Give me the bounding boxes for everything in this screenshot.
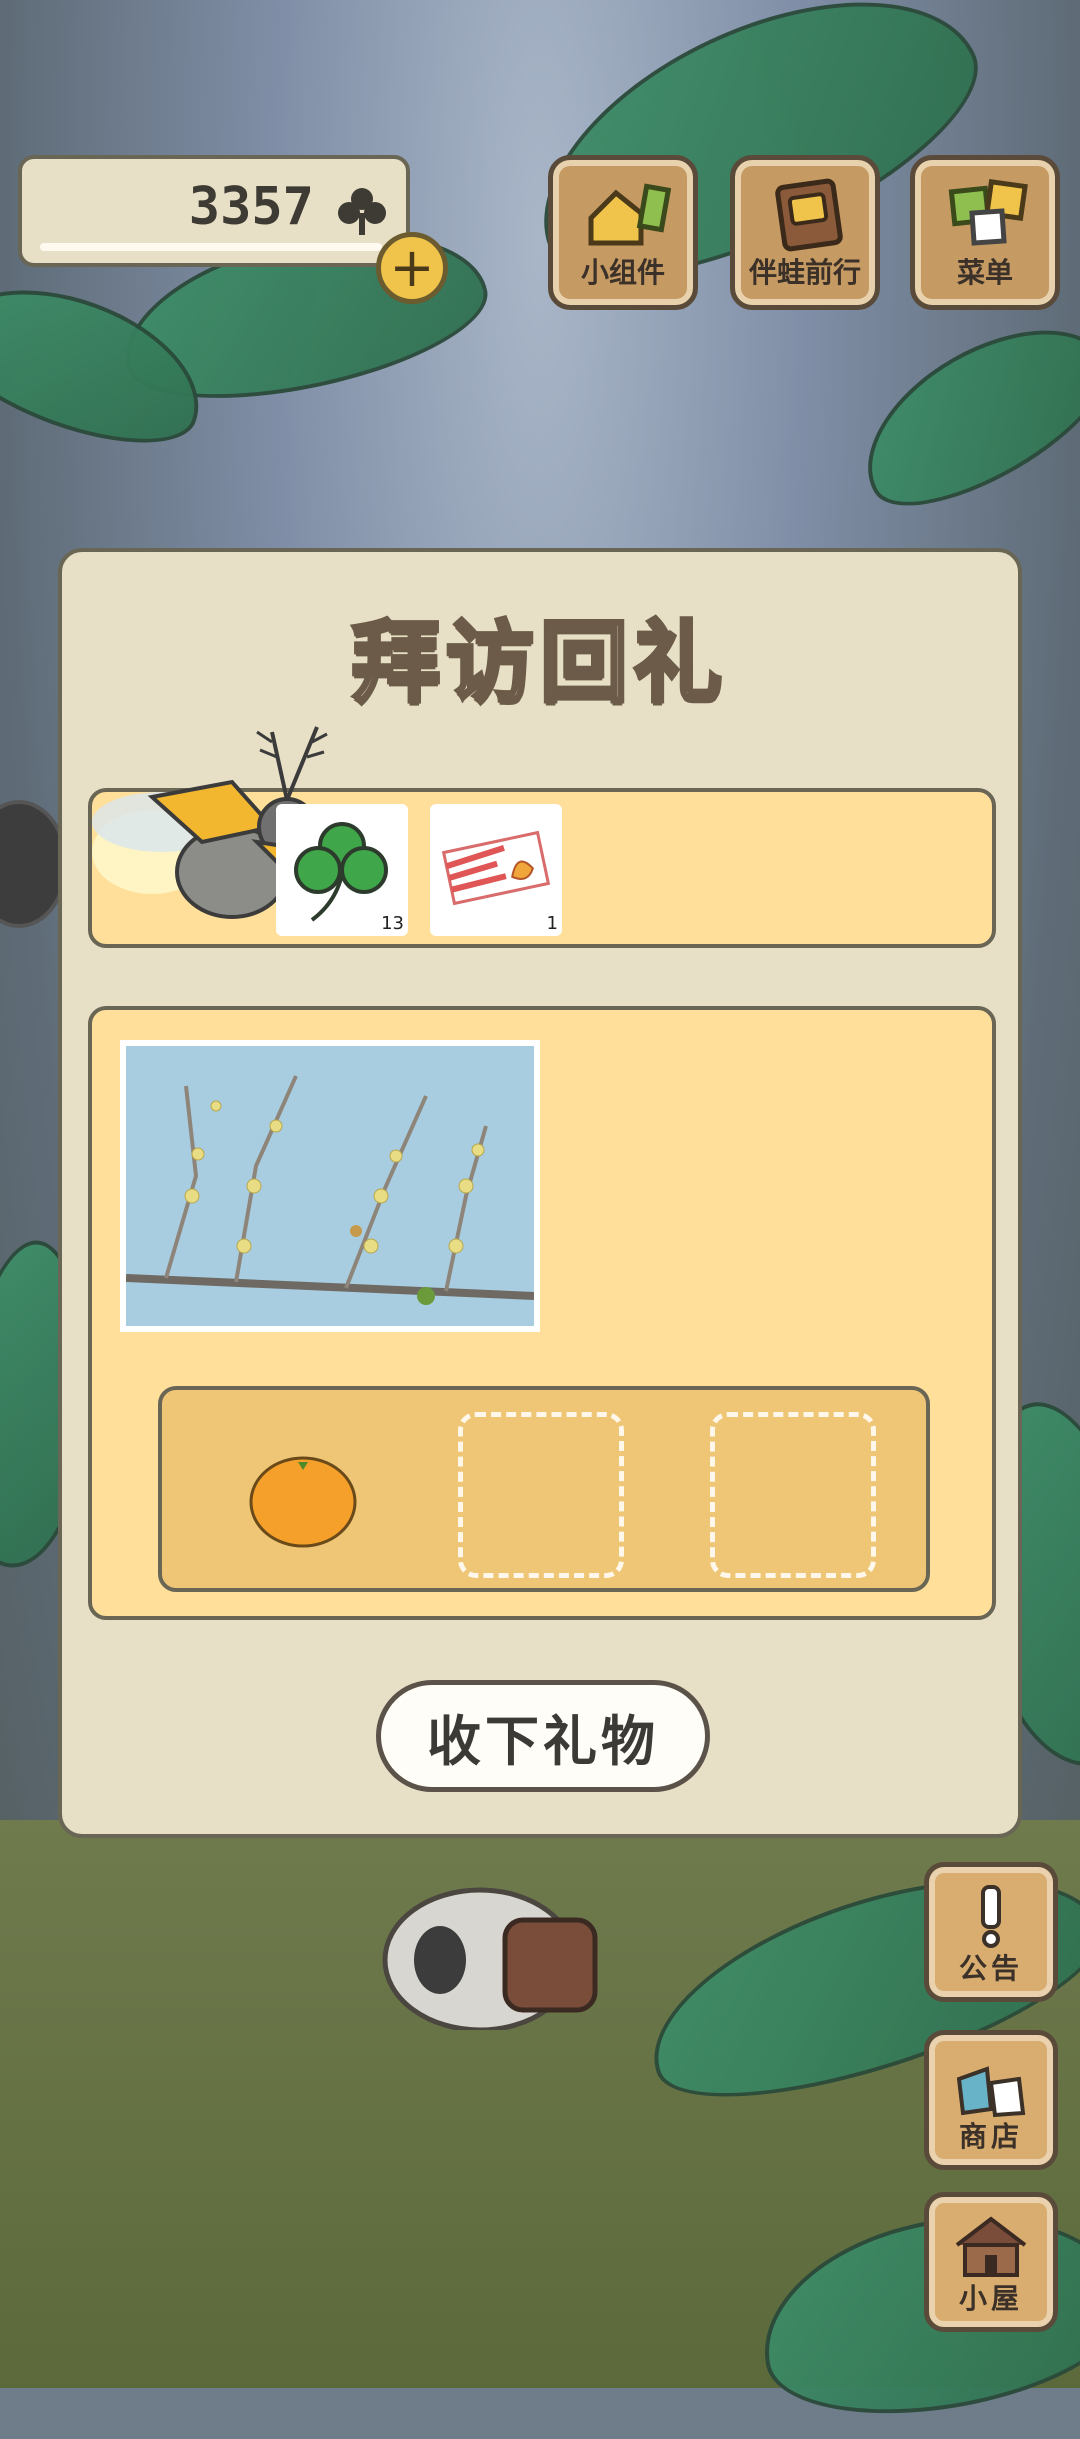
announcement-label: 公告 (958, 1952, 1023, 1985)
shop-button[interactable]: 商店 (924, 2030, 1058, 2170)
exclamation-icon (981, 1885, 1001, 1948)
widget-label: 小组件 (580, 256, 665, 289)
menu-label: 菜单 (956, 256, 1013, 289)
souvenir-photo[interactable] (120, 1040, 540, 1332)
house-label: 小屋 (958, 2282, 1023, 2315)
house-button[interactable]: 小屋 (924, 2192, 1058, 2332)
gift-slots (158, 1386, 930, 1592)
hamster-character[interactable] (355, 1810, 635, 2030)
shop-bags-icon (956, 2066, 1026, 2118)
dialog-title: 拜访回礼 (350, 609, 728, 716)
clover-icon (338, 188, 386, 235)
currency-amount: 3357 (188, 177, 314, 237)
gift-slot-empty[interactable] (710, 1412, 876, 1578)
gift-detail-panel (88, 1006, 996, 1620)
journey-button[interactable]: 伴蛙前行 (730, 155, 880, 310)
gift-slot-empty[interactable] (458, 1412, 624, 1578)
plus-icon: + (389, 236, 435, 299)
leaf-decoration (835, 291, 1080, 537)
plum-blossom-branch-photo (126, 1046, 534, 1326)
add-currency-button[interactable]: + (376, 232, 448, 304)
journey-label: 伴蛙前行 (748, 256, 861, 289)
gift-count: 13 (381, 913, 404, 934)
ticket-icon (441, 830, 551, 906)
visitor-gift-row: 13 1 (88, 726, 996, 948)
visit-gift-dialog: 拜访回礼 13 1 收下礼物 (58, 548, 1022, 1838)
gift-count: 1 (546, 913, 558, 934)
announcement-button[interactable]: 公告 (924, 1862, 1058, 2002)
house-icon (955, 2216, 1027, 2277)
gift-item-clover[interactable]: 13 (276, 804, 408, 936)
widget-icon (588, 183, 671, 246)
journey-book-icon (775, 178, 843, 252)
currency-bar (40, 243, 382, 251)
shop-label: 商店 (958, 2120, 1023, 2153)
menu-icon (948, 178, 1028, 246)
accept-gift-button[interactable]: 收下礼物 (376, 1680, 710, 1792)
orange-icon (249, 1456, 357, 1548)
gift-item-ticket[interactable]: 1 (430, 804, 562, 936)
gift-slot-orange[interactable] (220, 1412, 386, 1578)
clover-icon (294, 822, 388, 922)
currency-display: 3357 (18, 155, 410, 267)
widget-button[interactable]: 小组件 (548, 155, 698, 310)
menu-button[interactable]: 菜单 (910, 155, 1060, 310)
